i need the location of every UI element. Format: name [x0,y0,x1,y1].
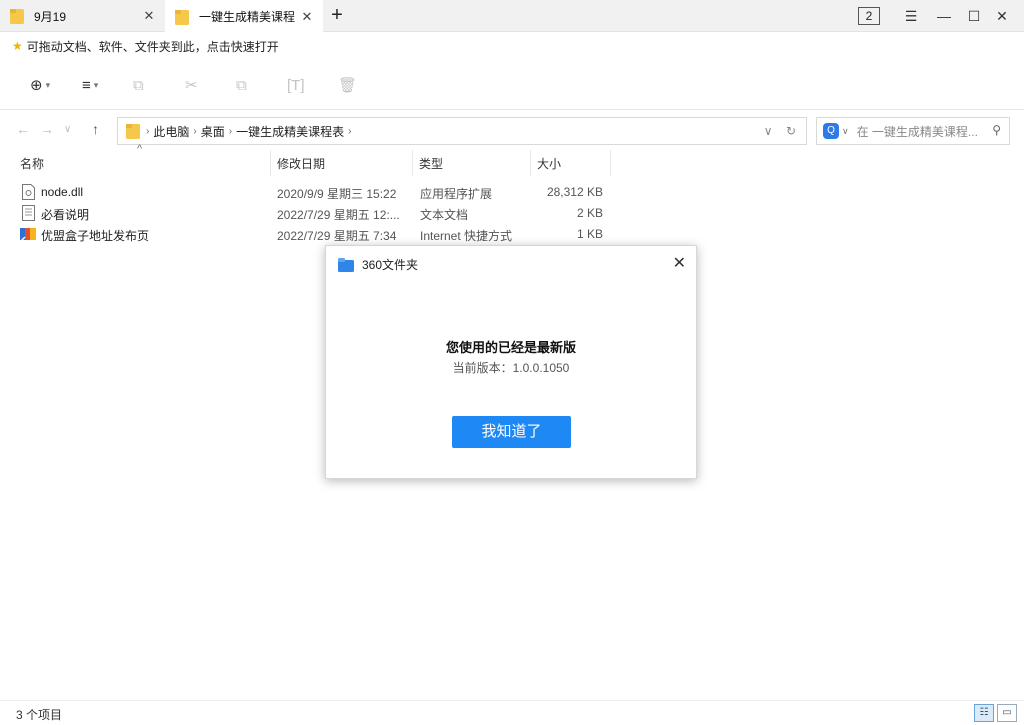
file-size: 2 KB [576,206,603,220]
plus-circle-icon: ⊕ [30,77,43,94]
close-window-icon[interactable]: ✕ [992,6,1012,26]
file-name: node.dll [41,185,84,199]
breadcrumb-folder[interactable]: 一键生成精美课程表 [236,123,344,140]
file-row[interactable]: 必看说明 2022/7/29 星期五 12:... 文本文档 2 KB [0,203,620,224]
item-count: 3 个项目 [16,708,63,722]
file-size: 28,312 KB [546,185,603,199]
status-bar: 3 个项目 ☷ ▭ [0,700,1024,725]
preview-view-icon[interactable]: ▭ [997,704,1017,722]
tab-label: 一键生成精美课程 [199,10,296,24]
forward-arrow-icon[interactable]: → [40,121,54,137]
chevron-down-icon: ▾ [93,79,99,90]
file-name: 必看说明 [41,208,90,222]
internet-shortcut-icon [20,228,36,242]
up-arrow-icon[interactable]: ↑ [92,121,99,137]
file-row[interactable]: node.dll 2020/9/9 星期三 15:22 应用程序扩展 28,31… [0,182,620,203]
update-dialog: 360文件夹 ✕ 您使用的已经是最新版 当前版本：1.0.0.1050 我知道了 [325,245,697,479]
cut-icon[interactable]: ✂ [185,74,198,96]
search-box[interactable]: Q ∨ 在 一键生成精美课程... ⚲ [816,117,1010,145]
address-bar[interactable]: › 此电脑 › 桌面 › 一键生成精美课程表 › ∨ ↻ [117,117,807,145]
dialog-title-bar: 360文件夹 [338,256,418,273]
column-header-name[interactable]: 名称 [14,150,271,176]
column-header-type[interactable]: 类型 [413,150,531,176]
new-button[interactable]: ⊕ ▾ [30,74,50,96]
favorites-bar[interactable]: ★ 可拖动文档、软件、文件夹到此，点击快速打开 [0,33,1024,59]
dialog-version: 当前版本：1.0.0.1050 [452,361,570,375]
file-date: 2022/7/29 星期五 7:34 [277,229,397,243]
chevron-right-icon: › [146,125,150,137]
delete-icon[interactable]: 🗑 [338,74,357,96]
tab-9-19[interactable]: 9月19 ✕ [0,0,165,32]
chevron-down-icon[interactable]: ∨ [764,124,773,138]
recent-chevron-icon[interactable]: ∨ [64,124,71,135]
search-input[interactable]: 在 一键生成精美课程... [857,123,977,140]
favorites-hint: 可拖动文档、软件、文件夹到此，点击快速打开 [26,39,279,54]
dll-file-icon [22,184,35,200]
paste-icon[interactable]: ⧉ [236,74,247,96]
breadcrumb-this-pc[interactable]: 此电脑 [153,123,189,140]
dialog-message: 您使用的已经是最新版 [445,340,576,355]
minimize-icon[interactable]: — [934,6,954,26]
folder-icon [126,124,140,139]
tab-course-generator[interactable]: 一键生成精美课程 ✕ [165,0,323,33]
toolbar: ⊕ ▾ ≡ ▾ ⧉ ✂ ⧉ [T] 🗑 [0,60,1024,110]
close-tab-icon[interactable]: ✕ [143,8,155,24]
file-size: 1 KB [576,227,603,241]
chevron-right-icon: › [228,125,233,137]
file-row[interactable]: 优盟盒子地址发布页 2022/7/29 星期五 7:34 Internet 快捷… [0,224,620,245]
breadcrumb-desktop[interactable]: 桌面 [201,123,225,140]
file-date: 2022/7/29 星期五 12:... [277,208,400,222]
tab-bar: 9月19 ✕ 一键生成精美课程 ✕ + 2 ☰ — ☐ ✕ [0,0,1024,33]
chevron-down-icon: ▾ [45,79,51,90]
folder-icon [175,9,189,25]
dialog-title: 360文件夹 [362,258,419,272]
address-controls: ∨ ↻ [764,124,796,138]
chevron-right-icon: › [348,125,352,137]
maximize-icon[interactable]: ☐ [964,6,984,26]
file-type: 应用程序扩展 [420,187,493,201]
navigation-row: ← → ∨ ↑ › 此电脑 › 桌面 › 一键生成精美课程表 › ∨ ↻ Q ∨… [0,111,1024,149]
column-header-size[interactable]: 大小 [531,150,611,176]
details-view-icon[interactable]: ☷ [974,704,994,722]
file-type: 文本文档 [420,208,469,222]
text-file-icon [22,205,35,221]
menu-icon[interactable]: ☰ [901,6,921,26]
window-count-badge[interactable]: 2 [858,7,880,25]
rename-icon[interactable]: [T] [287,74,305,96]
close-icon[interactable]: ✕ [673,253,686,273]
file-name: 优盟盒子地址发布页 [41,229,150,243]
column-header-date[interactable]: 修改日期 [271,150,413,176]
star-icon: ★ [12,39,23,53]
search-engine-icon[interactable]: Q [823,123,839,139]
folder-app-icon [338,257,354,272]
tab-label: 9月19 [34,9,67,24]
file-type: Internet 快捷方式 [420,229,513,243]
ok-button[interactable]: 我知道了 [452,416,571,448]
view-button[interactable]: ≡ ▾ [82,74,98,96]
list-icon: ≡ [82,76,91,94]
chevron-right-icon: › [193,125,197,137]
folder-icon [10,9,24,24]
file-date: 2020/9/9 星期三 15:22 [277,187,397,201]
search-icon[interactable]: ⚲ [992,123,1001,137]
new-tab-button[interactable]: + [327,5,347,27]
back-arrow-icon[interactable]: ← [16,121,30,137]
refresh-icon[interactable]: ↻ [786,124,796,138]
chevron-down-icon[interactable]: ∨ [842,126,849,137]
copy-icon[interactable]: ⧉ [133,74,144,96]
close-tab-icon[interactable]: ✕ [301,9,313,25]
